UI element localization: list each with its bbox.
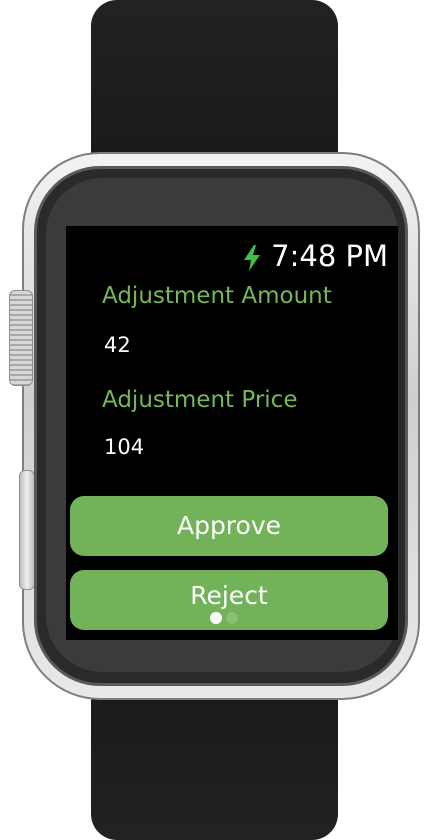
adjustment-amount-label: Adjustment Amount bbox=[102, 283, 332, 309]
adjustment-amount-value: 42 bbox=[104, 333, 131, 357]
adjustment-price-label: Adjustment Price bbox=[102, 387, 298, 413]
lightning-bolt-icon bbox=[243, 243, 261, 271]
clock-time: 7:48 PM bbox=[271, 239, 388, 273]
status-bar: 7:48 PM bbox=[243, 238, 388, 274]
adjustment-price-value: 104 bbox=[104, 435, 145, 459]
approve-button[interactable]: Approve bbox=[70, 496, 388, 556]
page-indicator bbox=[210, 612, 238, 624]
digital-crown[interactable] bbox=[9, 290, 33, 386]
page-dot-active bbox=[210, 612, 222, 624]
watch-mockup: 7:48 PM Adjustment Amount 42 Adjustment … bbox=[0, 0, 430, 840]
page-dot-inactive bbox=[226, 612, 238, 624]
watch-screen: 7:48 PM Adjustment Amount 42 Adjustment … bbox=[66, 226, 398, 640]
side-button[interactable] bbox=[19, 470, 35, 590]
